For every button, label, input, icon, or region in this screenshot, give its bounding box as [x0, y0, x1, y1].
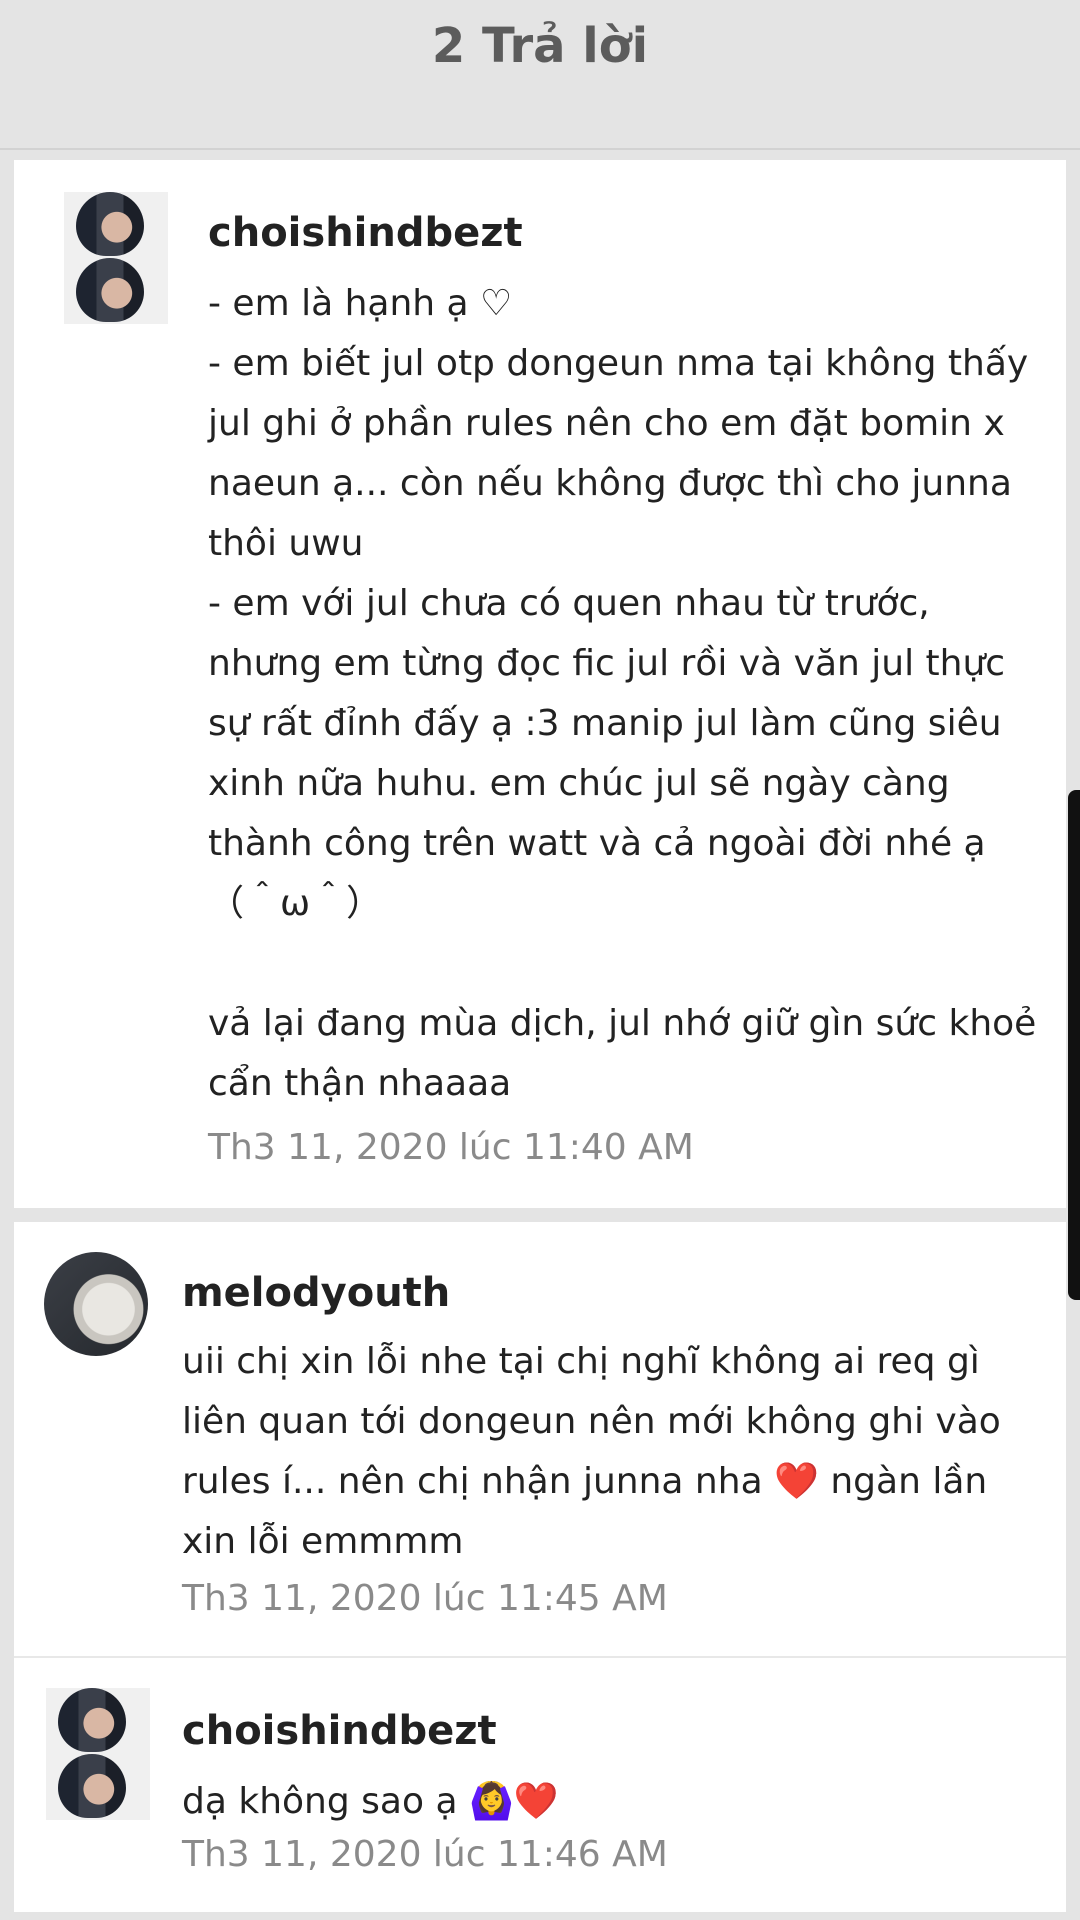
page-title: 2 Trả lời: [431, 18, 649, 74]
comment-text: uii chị xin lỗi nhe tại chị nghĩ không a…: [182, 1341, 1013, 1562]
comment-timestamp: Th3 11, 2020 lúc 11:45 AM: [182, 1578, 668, 1619]
comment-text: - em là hạnh ạ ♡ - em biết jul otp donge…: [208, 283, 1037, 1104]
comment-username[interactable]: choishindbezt: [208, 210, 523, 256]
user-avatar-icon[interactable]: [44, 1252, 148, 1356]
comment-text: dạ không sao ạ 🙆‍♀️❤️: [182, 1781, 559, 1822]
comment-card: choishindbezt - em là hạnh ạ ♡ - em biết…: [14, 160, 1066, 1208]
user-avatar-icon[interactable]: [46, 1688, 150, 1820]
comment-card: melodyouth uii chị xin lỗi nhe tại chị n…: [14, 1222, 1066, 1912]
user-avatar-icon[interactable]: [64, 192, 168, 324]
comment-username[interactable]: melodyouth: [182, 1270, 450, 1316]
comment-timestamp: Th3 11, 2020 lúc 11:40 AM: [208, 1127, 694, 1168]
scrollbar-thumb[interactable]: [1068, 790, 1080, 1300]
divider: [14, 1656, 1066, 1658]
comment-timestamp: Th3 11, 2020 lúc 11:46 AM: [182, 1834, 668, 1875]
header-bar: 2 Trả lời: [0, 0, 1080, 150]
comment-username[interactable]: choishindbezt: [182, 1708, 497, 1754]
